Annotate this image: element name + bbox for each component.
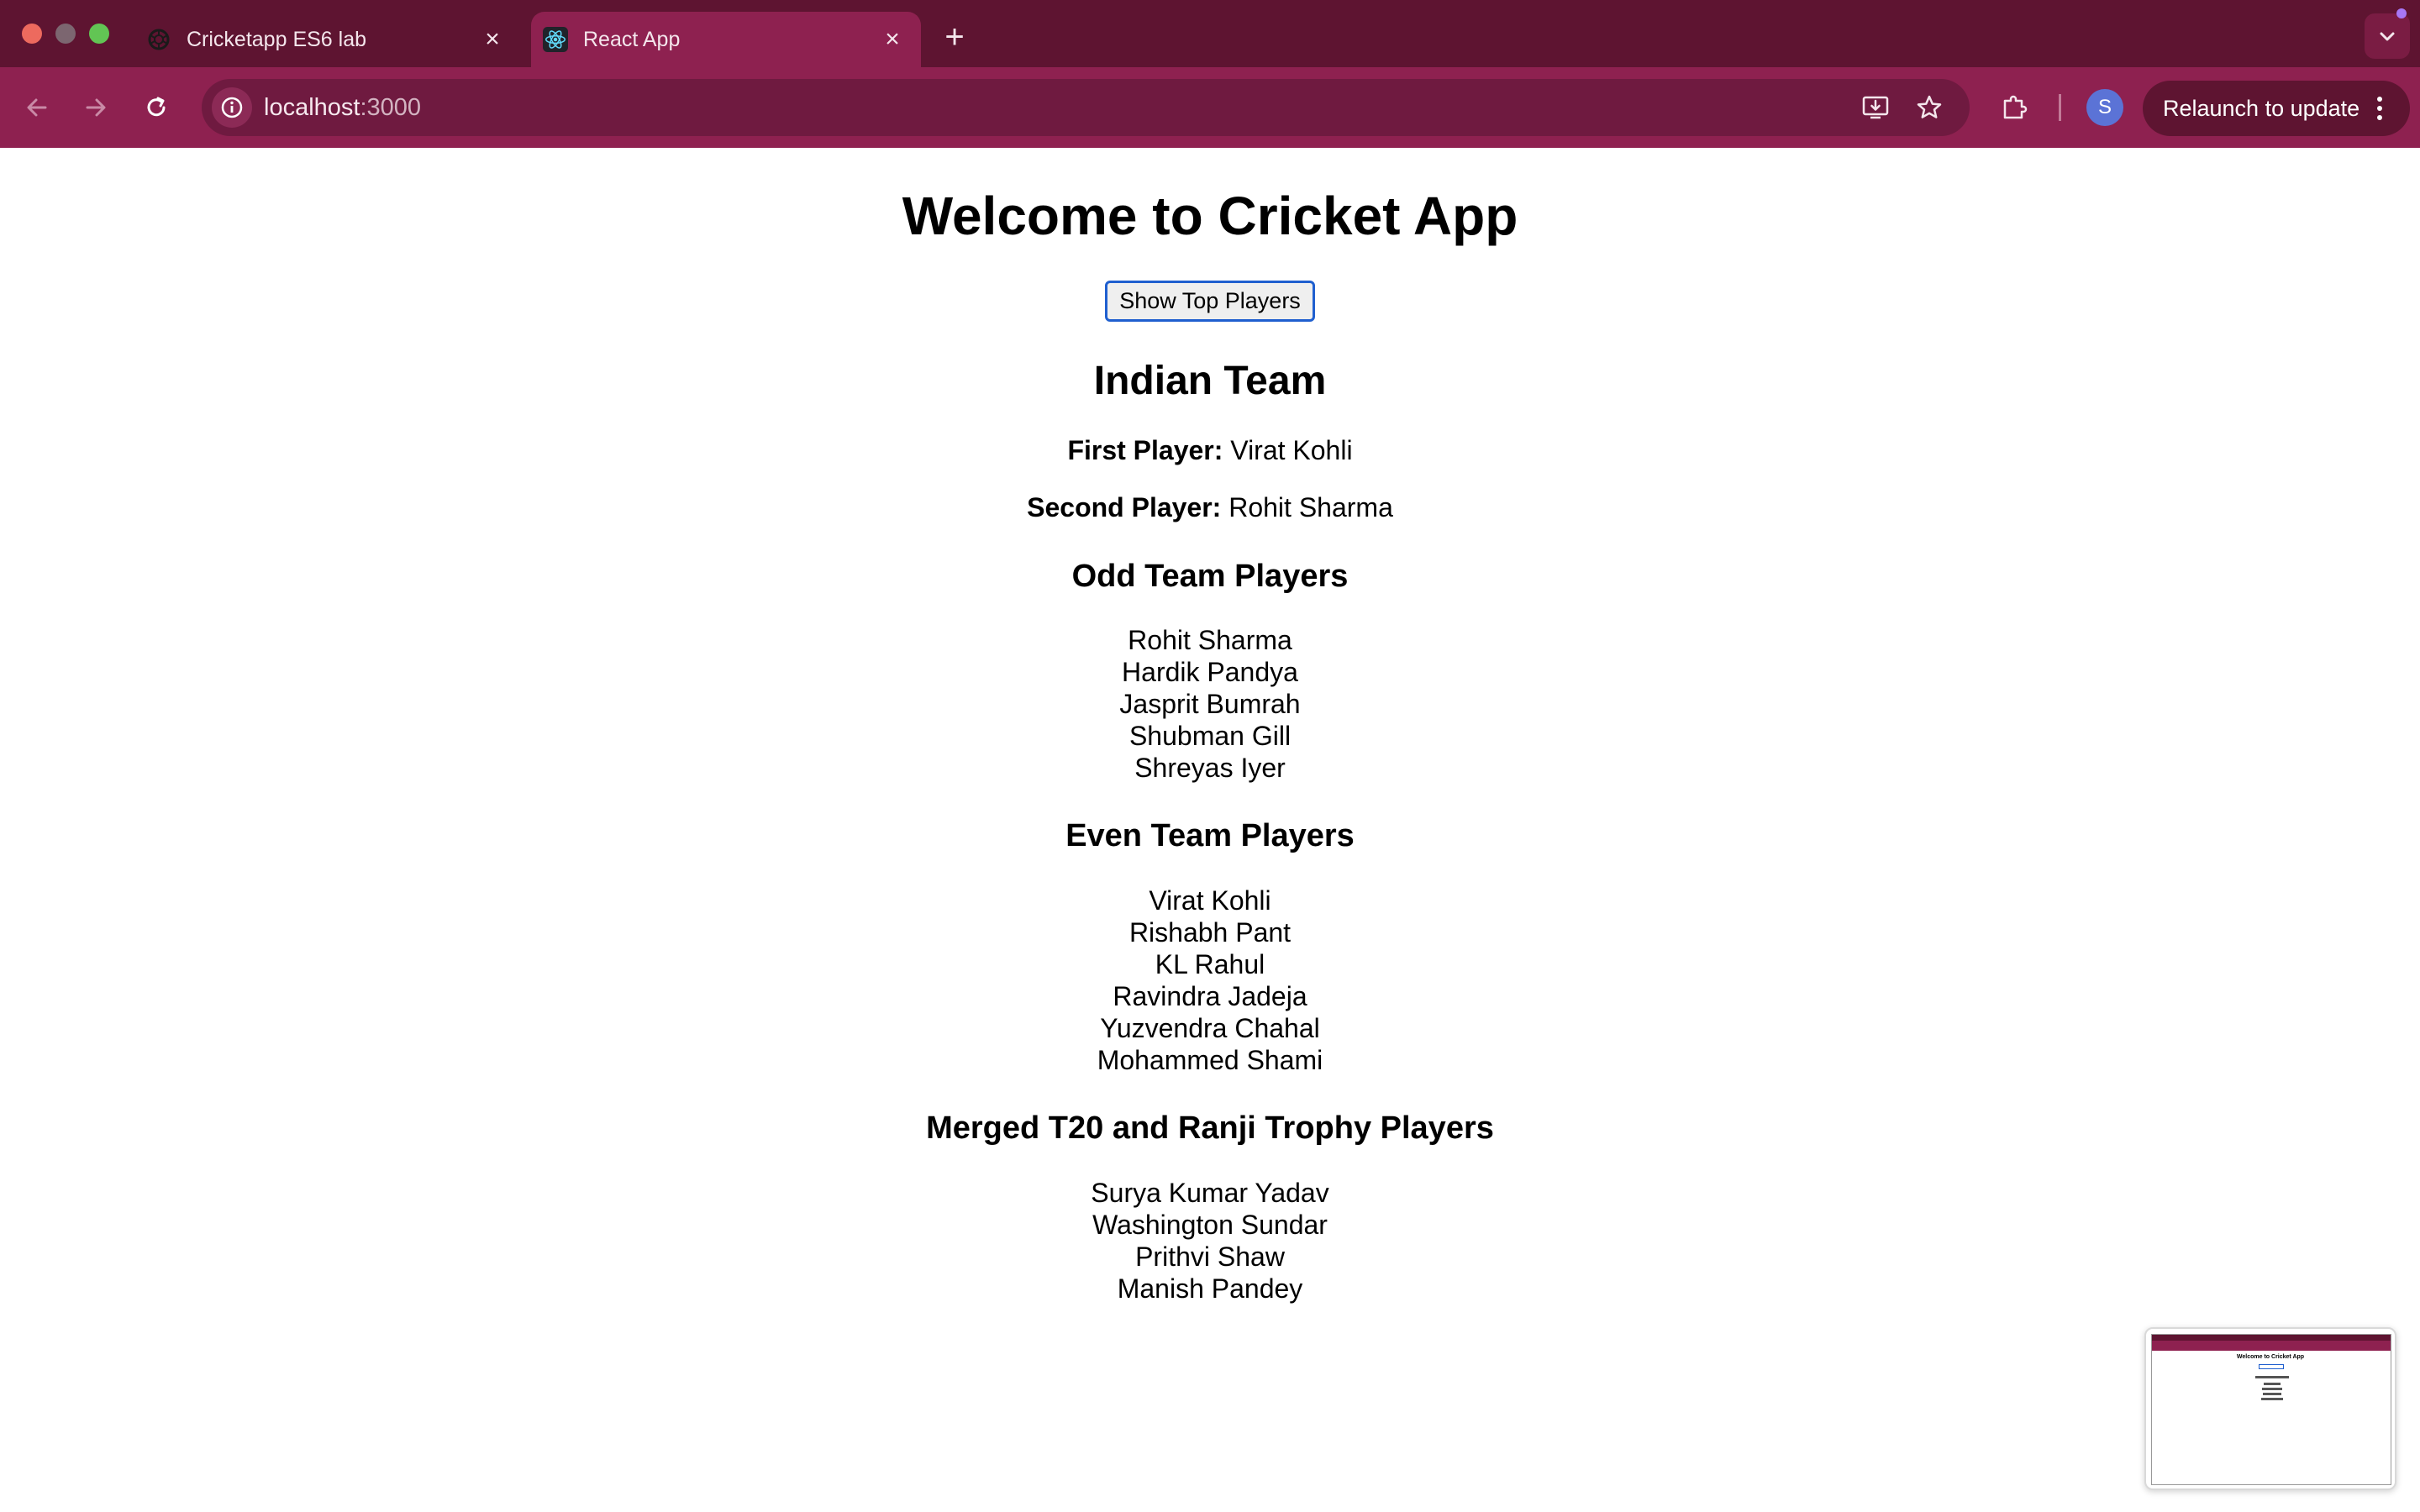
star-icon	[1917, 95, 1942, 118]
list-item: Ravindra Jadeja	[1113, 980, 1307, 1011]
even-team-list: Virat Kohli Rishabh Pant KL Rahul Ravind…	[0, 885, 2420, 1076]
react-icon	[543, 27, 568, 52]
first-player-value: Virat Kohli	[1230, 434, 1353, 465]
notification-dot	[2396, 8, 2407, 18]
even-team-heading: Even Team Players	[1065, 818, 1355, 854]
maximize-window-button[interactable]	[89, 24, 109, 44]
list-item: Hardik Pandya	[1122, 657, 1298, 688]
relaunch-to-update-button[interactable]: Relaunch to update	[2143, 81, 2410, 136]
extensions-button[interactable]	[1993, 86, 2037, 129]
install-icon	[1862, 96, 1889, 119]
first-player: First Player: Virat Kohli	[0, 434, 2420, 466]
second-player-label: Second Player:	[1027, 492, 1222, 523]
list-item: Prithvi Shaw	[1135, 1241, 1285, 1272]
merged-players-heading: Merged T20 and Ranji Trophy Players	[926, 1110, 1494, 1146]
openai-icon	[146, 27, 171, 52]
tab-title: React App	[583, 27, 681, 51]
second-player: Second Player: Rohit Sharma	[0, 491, 2420, 523]
second-player-value: Rohit Sharma	[1228, 492, 1393, 523]
new-tab-button[interactable]: +	[934, 18, 975, 59]
address-bar[interactable]: localhost:3000	[202, 79, 1970, 136]
list-item: KL Rahul	[1155, 948, 1265, 979]
puzzle-icon	[2003, 95, 2028, 119]
list-item: Yuzvendra Chahal	[1100, 1012, 1320, 1043]
arrow-right-icon	[86, 98, 106, 117]
screenshot-thumbnail[interactable]: Welcome to Cricket App	[2144, 1327, 2396, 1490]
page-title: Welcome to Cricket App	[902, 186, 1518, 246]
url-text[interactable]: localhost:3000	[264, 94, 421, 122]
close-icon[interactable]: ×	[876, 23, 909, 56]
list-item: Rishabh Pant	[1128, 916, 1292, 948]
odd-team-list: Rohit Sharma Hardik Pandya Jasprit Bumra…	[0, 624, 2420, 784]
chevron-down-icon	[2380, 32, 2395, 41]
list-item: Surya Kumar Yadav	[1091, 1177, 1329, 1208]
list-item: Shubman Gill	[1128, 721, 1292, 752]
tab-search-button[interactable]	[2365, 13, 2410, 59]
install-app-button[interactable]	[1855, 87, 1896, 128]
browser-toolbar: localhost:3000	[0, 67, 2420, 148]
reload-button[interactable]	[134, 86, 178, 129]
forward-button[interactable]	[74, 86, 118, 129]
list-item: Washington Sundar	[1092, 1209, 1328, 1240]
profile-avatar[interactable]: S	[2086, 89, 2123, 126]
browser-tab-bar: Cricketapp ES6 lab × React App × +	[0, 0, 2420, 67]
url-host: localhost	[264, 94, 360, 121]
reload-icon	[147, 97, 166, 117]
toolbar-separator	[2059, 94, 2061, 121]
show-top-players-button[interactable]: Show Top Players	[1103, 279, 1317, 324]
list-item: Shreyas Iyer	[1134, 753, 1286, 784]
odd-team-heading: Odd Team Players	[1071, 558, 1349, 594]
close-icon[interactable]: ×	[476, 23, 509, 56]
list-item: Manish Pandey	[1117, 1273, 1303, 1304]
tab-cricketapp[interactable]: Cricketapp ES6 lab ×	[134, 12, 521, 67]
back-button[interactable]	[15, 86, 59, 129]
minimize-window-button[interactable]	[55, 24, 76, 44]
tab-title: Cricketapp ES6 lab	[187, 27, 367, 51]
thumbnail-frame	[2151, 1334, 2391, 1485]
close-window-button[interactable]	[22, 24, 42, 44]
list-item: Virat Kohli	[1149, 885, 1271, 916]
merged-players-list: Surya Kumar Yadav Washington Sundar Prit…	[0, 1177, 2420, 1305]
list-item: Rohit Sharma	[1128, 625, 1292, 656]
team-heading: Indian Team	[1093, 359, 1327, 404]
arrow-left-icon	[27, 98, 47, 117]
site-info-button[interactable]	[212, 87, 252, 128]
page-content: Welcome to Cricket App Show Top Players …	[0, 148, 2420, 1512]
relaunch-label: Relaunch to update	[2163, 95, 2360, 121]
more-menu-icon[interactable]	[2371, 97, 2388, 120]
url-port: :3000	[360, 94, 422, 121]
list-item: Jasprit Bumrah	[1119, 689, 1301, 720]
tab-react-app[interactable]: React App ×	[531, 12, 921, 67]
first-player-label: First Player:	[1067, 434, 1223, 465]
bookmark-star-button[interactable]	[1909, 87, 1949, 128]
list-item: Mohammed Shami	[1097, 1044, 1323, 1075]
info-icon	[221, 97, 243, 118]
